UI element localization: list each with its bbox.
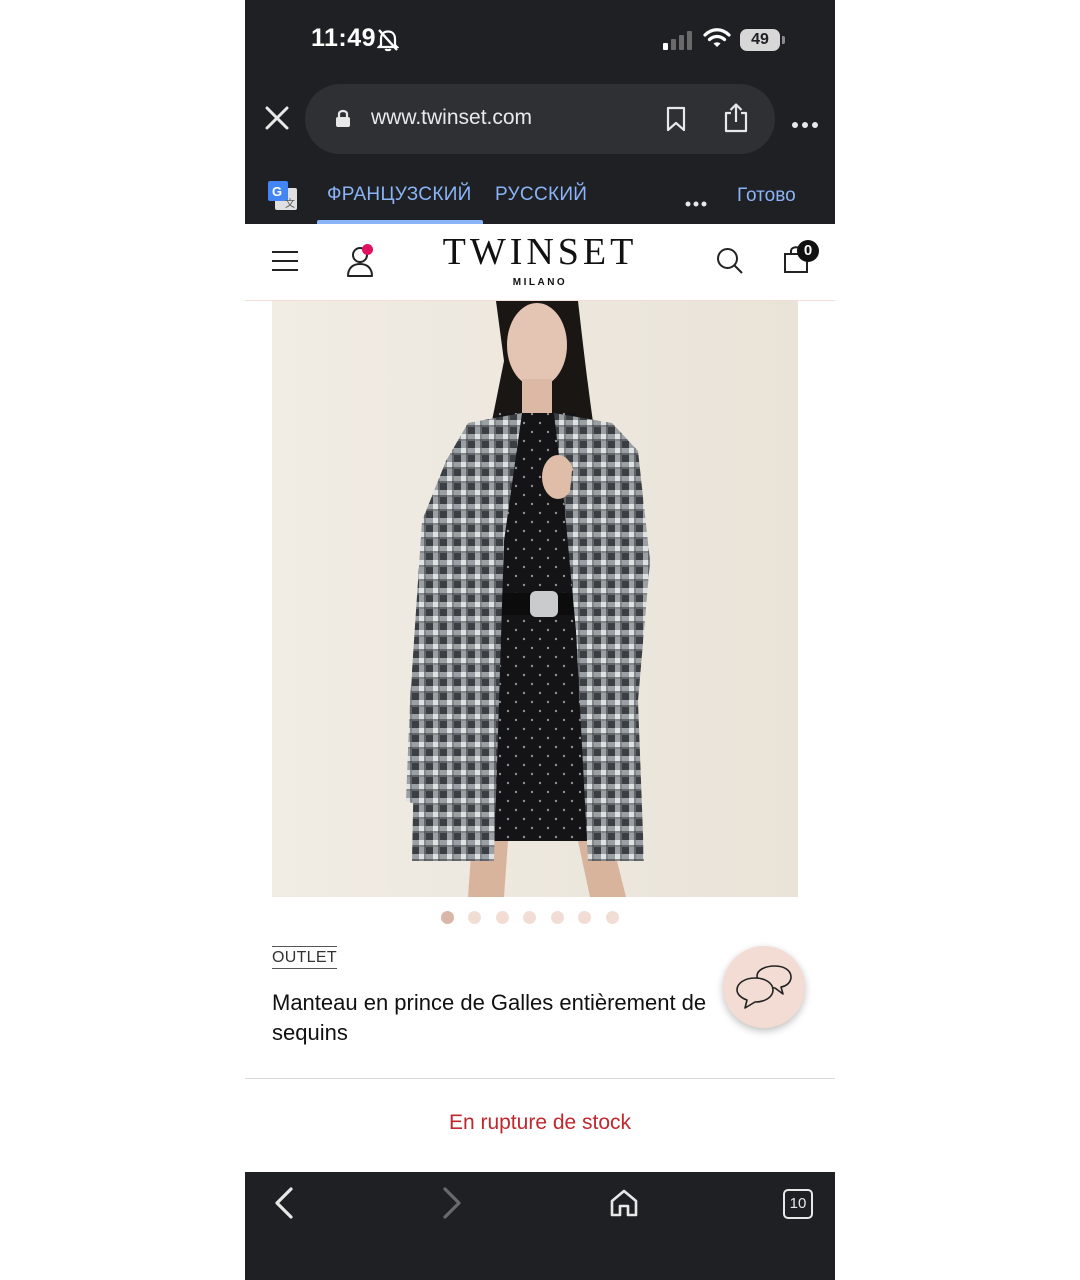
site-header: TWINSET MILANO 0 bbox=[245, 224, 835, 301]
browser-url-bar: www.twinset.com bbox=[245, 80, 835, 172]
chat-button[interactable] bbox=[723, 946, 805, 1028]
address-field[interactable]: www.twinset.com bbox=[305, 84, 775, 154]
lock-icon bbox=[335, 108, 351, 133]
tab-source-language[interactable]: ФРАНЦУЗСКИЙ bbox=[327, 184, 472, 206]
forward-icon[interactable] bbox=[441, 1186, 463, 1225]
more-options-icon[interactable] bbox=[791, 116, 819, 134]
bookmark-icon[interactable] bbox=[665, 106, 687, 137]
cellular-signal-icon bbox=[663, 30, 695, 55]
battery-tip bbox=[782, 36, 785, 44]
battery-indicator: 49 bbox=[740, 29, 780, 51]
close-icon[interactable] bbox=[261, 102, 293, 134]
bell-off-icon bbox=[376, 28, 400, 57]
translate-bar: G 文 ФРАНЦУЗСКИЙ РУССКИЙ Готово bbox=[245, 172, 835, 224]
back-icon[interactable] bbox=[273, 1186, 295, 1225]
tab-target-language[interactable]: РУССКИЙ bbox=[495, 184, 587, 206]
share-icon[interactable] bbox=[723, 102, 749, 139]
google-translate-icon: G 文 bbox=[267, 180, 299, 217]
stock-status: En rupture de stock bbox=[448, 1111, 632, 1134]
chat-bubbles-icon bbox=[736, 965, 792, 1009]
divider bbox=[245, 1078, 835, 1079]
product-title: Manteau en prince de Galles entièrement … bbox=[272, 990, 707, 1045]
carousel-dot[interactable] bbox=[551, 911, 564, 924]
url-text: www.twinset.com bbox=[371, 106, 533, 129]
svg-text:G: G bbox=[272, 184, 282, 199]
cart-count-badge: 0 bbox=[797, 240, 819, 262]
phone-screen: 11:49 49 www.twinset.com G 文 ФРАНЦУЗСКИЙ… bbox=[245, 0, 835, 1280]
carousel-dot[interactable] bbox=[496, 911, 509, 924]
carousel-dot[interactable] bbox=[606, 911, 619, 924]
done-button[interactable]: Готово bbox=[737, 185, 796, 207]
outlet-tag: OUTLET bbox=[272, 946, 337, 969]
brand-logo[interactable]: TWINSET bbox=[245, 230, 835, 274]
tabs-button[interactable]: 10 bbox=[783, 1189, 813, 1219]
translate-more-icon[interactable] bbox=[685, 194, 707, 212]
wifi-icon bbox=[703, 27, 731, 54]
browser-bottom-bar: 10 bbox=[245, 1172, 835, 1280]
carousel-dot[interactable] bbox=[468, 911, 481, 924]
svg-text:文: 文 bbox=[285, 197, 295, 210]
product-image[interactable] bbox=[272, 301, 798, 897]
status-time: 11:49 bbox=[311, 24, 377, 52]
brand-logo-subtitle: MILANO bbox=[512, 277, 568, 288]
carousel-dot[interactable] bbox=[578, 911, 591, 924]
status-bar: 11:49 49 bbox=[245, 0, 835, 80]
carousel-dot[interactable] bbox=[441, 911, 454, 924]
home-icon[interactable] bbox=[609, 1188, 639, 1223]
carousel-dot[interactable] bbox=[523, 911, 536, 924]
search-icon[interactable] bbox=[715, 246, 745, 281]
